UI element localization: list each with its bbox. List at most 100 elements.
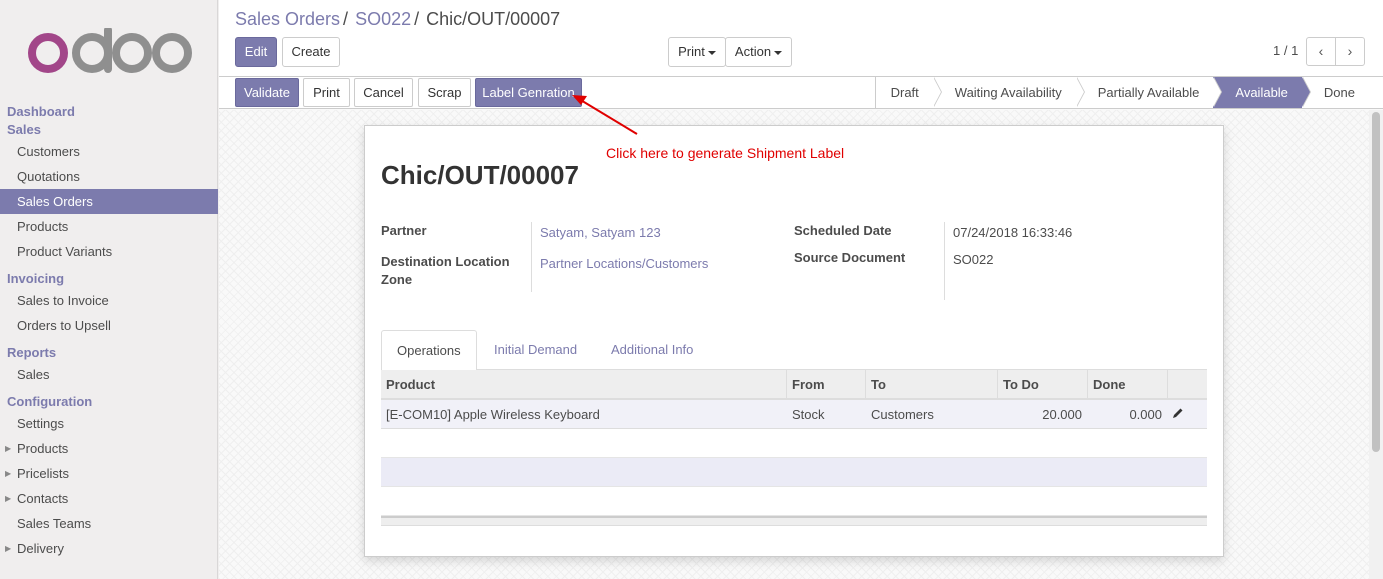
edit-button[interactable]: Edit [235,37,277,67]
chevron-right-icon: › [1347,43,1353,59]
breadcrumb-separator: / [414,9,420,29]
print-dropdown[interactable]: Print [668,37,726,67]
sidebar-section-configuration[interactable]: Configuration [0,393,218,411]
column-product[interactable]: Product [381,370,787,400]
sidebar-item-contacts[interactable]: ▶ Contacts [0,486,218,511]
cell-to[interactable]: Customers [866,400,998,429]
sidebar: Dashboard Sales Customers Quotations Sal… [0,0,218,579]
label-generation-button[interactable]: Label Genration [475,78,582,107]
table-footer [381,516,1207,526]
column-to[interactable]: To [866,370,998,400]
cell-product[interactable]: [E-COM10] Apple Wireless Keyboard [381,400,787,429]
pager-value[interactable]: 1 / 1 [1273,43,1298,58]
empty-row [381,487,1207,516]
scheduled-date-field[interactable]: 07/24/2018 16:33:46 [953,225,1072,240]
print-dropdown-label: Print [678,44,705,59]
action-dropdown-label: Action [734,44,772,59]
breadcrumb-so022[interactable]: SO022 [355,9,411,29]
stage-pipeline: Draft Waiting Availability Partially Ava… [874,77,1383,108]
main-area: Sales Orders / SO022/Chic/OUT/00007 Edit C… [219,0,1383,579]
pencil-icon[interactable] [1168,400,1207,429]
breadcrumb-separator: / [343,9,349,29]
caret-right-icon: ▶ [5,544,12,553]
column-todo[interactable]: To Do [998,370,1088,400]
notebook-tabs: Operations Initial Demand Additional Inf… [381,330,1207,371]
field-divider [531,222,532,292]
partner-label: Partner [381,223,427,238]
annotation-arrow-icon [572,95,638,135]
operations-table: Product From To To Do Done [E-COM10] App… [381,370,1207,526]
sidebar-item-quotations[interactable]: Quotations [0,164,218,189]
breadcrumb: Sales Orders / SO022/Chic/OUT/00007 [235,9,560,30]
caret-right-icon: ▶ [5,444,12,453]
sidebar-item-label: Products [17,441,69,456]
field-divider [944,222,945,300]
destination-label: Destination Location Zone [381,253,510,289]
breadcrumb-current: Chic/OUT/00007 [426,9,561,29]
scrollbar-thumb[interactable] [1372,112,1380,452]
scheduled-date-label: Scheduled Date [794,223,892,238]
form-sheet: Chic/OUT/00007 Partner Satyam, Satyam 12… [364,125,1224,557]
tab-operations[interactable]: Operations [381,330,477,371]
cancel-button[interactable]: Cancel [354,78,413,107]
sidebar-item-product-variants[interactable]: Product Variants [0,239,218,264]
sidebar-menu: Dashboard Sales Customers Quotations Sal… [0,103,218,561]
sidebar-item-label: Contacts [17,491,69,506]
validate-button[interactable]: Validate [235,78,299,107]
tab-additional-info[interactable]: Additional Info [596,330,708,370]
caret-right-icon: ▶ [5,469,12,478]
sidebar-section-dashboard[interactable]: Dashboard [0,103,218,121]
stage-available[interactable]: Available [1213,77,1311,108]
sidebar-item-sales-teams[interactable]: Sales Teams [0,511,218,536]
pager-next-button[interactable]: › [1335,37,1365,66]
cell-todo[interactable]: 20.000 [998,400,1088,429]
empty-row [381,458,1207,487]
column-from[interactable]: From [787,370,866,400]
caret-down-icon [774,50,783,55]
tab-initial-demand[interactable]: Initial Demand [479,330,592,370]
sidebar-section-invoicing[interactable]: Invoicing [0,270,218,288]
sidebar-item-sales-to-invoice[interactable]: Sales to Invoice [0,288,218,313]
sidebar-item-config-products[interactable]: ▶ Products [0,436,218,461]
table-row[interactable]: [E-COM10] Apple Wireless Keyboard Stock … [381,400,1207,429]
cell-from[interactable]: Stock [787,400,866,429]
record-title: Chic/OUT/00007 [381,160,579,190]
destination-label-line-2: Zone [381,272,413,287]
sidebar-item-sales-report[interactable]: Sales [0,362,218,387]
source-document-label: Source Document [794,250,906,265]
sidebar-item-products[interactable]: Products [0,214,218,239]
pager-previous-button[interactable]: ‹ [1306,37,1336,66]
breadcrumb-sales-orders[interactable]: Sales Orders [235,9,340,29]
destination-location-field[interactable]: Partner Locations/Customers [540,256,708,271]
action-dropdown[interactable]: Action [725,37,792,67]
caret-down-icon [707,50,716,55]
create-button[interactable]: Create [282,37,340,67]
table-header: Product From To To Do Done [381,370,1207,400]
caret-right-icon: ▶ [5,494,12,503]
sidebar-section-reports[interactable]: Reports [0,344,218,362]
sidebar-item-settings[interactable]: Settings [0,411,218,436]
sidebar-item-pricelists[interactable]: ▶ Pricelists [0,461,218,486]
scrap-button[interactable]: Scrap [418,78,471,107]
partner-field[interactable]: Satyam, Satyam 123 [540,225,661,240]
source-document-field[interactable]: SO022 [953,252,993,267]
print-button[interactable]: Print [303,78,350,107]
sidebar-item-delivery[interactable]: ▶ Delivery [0,536,218,561]
column-done[interactable]: Done [1088,370,1168,400]
sidebar-section-sales[interactable]: Sales [0,121,218,139]
annotation-text: Click here to generate Shipment Label [606,145,845,161]
chevron-left-icon: ‹ [1318,43,1324,59]
stage-partially-available[interactable]: Partially Available [1075,77,1223,108]
odoo-logo[interactable] [25,28,195,78]
stage-done[interactable]: Done [1301,77,1383,108]
sidebar-item-orders-to-upsell[interactable]: Orders to Upsell [0,313,218,338]
sidebar-item-customers[interactable]: Customers [0,139,218,164]
stage-waiting-availability[interactable]: Waiting Availability [932,77,1085,108]
control-panel: Sales Orders / SO022/Chic/OUT/00007 Edit C… [219,0,1383,77]
stage-draft[interactable]: Draft [875,77,942,108]
sidebar-item-label: Delivery [17,541,64,556]
sidebar-item-sales-orders[interactable]: Sales Orders [0,189,218,214]
status-bar: Validate Print Cancel Scrap Label Genrat… [219,77,1383,109]
cell-done[interactable]: 0.000 [1088,400,1168,429]
empty-row [381,429,1207,458]
